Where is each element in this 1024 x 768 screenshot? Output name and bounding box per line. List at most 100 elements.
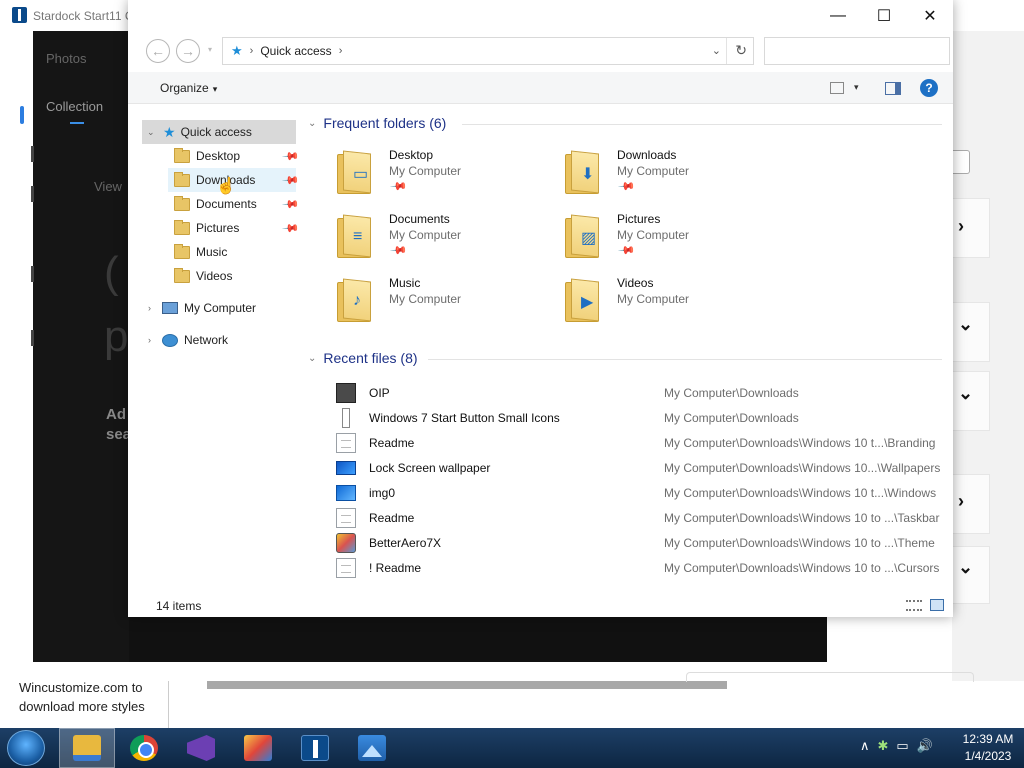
breadcrumb-separator[interactable]: › <box>250 45 254 57</box>
chevron-right-icon[interactable]: › <box>958 216 964 237</box>
nav-item-documents[interactable]: Documents <box>174 192 274 216</box>
nav-item-pictures[interactable]: Pictures <box>174 216 274 240</box>
taskbar-multi-window-app[interactable] <box>230 728 286 768</box>
forward-button[interactable]: → <box>176 39 200 63</box>
wincustomize-link[interactable]: Wincustomize.com to download more styles <box>19 678 145 716</box>
chevron-down-icon[interactable]: ⌄ <box>958 557 973 578</box>
recent-file-row[interactable]: Readme My Computer\Downloads\Windows 10 … <box>336 430 948 455</box>
address-bar[interactable]: ★ › Quick access › ⌄ ↻ <box>222 37 754 65</box>
nav-item-desktop[interactable]: Desktop <box>174 144 274 168</box>
taskbar-file-explorer[interactable] <box>59 728 115 768</box>
taskbar-stardock-start11[interactable] <box>287 728 343 768</box>
bg-nav-photos[interactable]: Photos <box>46 51 86 66</box>
chevron-down-icon[interactable]: ⌄ <box>958 314 973 335</box>
chevron-right-icon[interactable]: › <box>958 491 964 512</box>
file-path: My Computer\Downloads\Windows 10 to ...\… <box>664 511 940 525</box>
search-input[interactable] <box>764 37 950 65</box>
theme-file-icon <box>336 533 356 553</box>
maximize-button[interactable]: ☐ <box>861 0 907 31</box>
file-name: Readme <box>369 511 415 525</box>
show-hidden-icons-chevron-icon[interactable]: ∧ <box>860 738 870 754</box>
recent-file-row[interactable]: ! Readme My Computer\Downloads\Windows 1… <box>336 555 948 580</box>
folder-tile-downloads[interactable]: ⬇ Downloads My Computer 📌 <box>565 144 775 200</box>
folder-tile-videos[interactable]: ▶ Videos My Computer <box>565 272 775 328</box>
bg-input-box[interactable] <box>686 672 974 682</box>
folder-tile-desktop[interactable]: ▭ Desktop My Computer 📌 <box>337 144 547 200</box>
taskbar-chrome[interactable] <box>116 728 172 768</box>
details-view-icon[interactable] <box>906 600 922 611</box>
pin-icon[interactable]: 📌 <box>281 147 300 166</box>
recent-file-row[interactable]: OIP My Computer\Downloads <box>336 380 948 405</box>
collapse-chevron-icon[interactable]: ⌄ <box>308 118 316 129</box>
pin-icon[interactable]: 📌 <box>281 219 300 238</box>
close-button[interactable]: ✕ <box>907 0 953 31</box>
frequent-folders-header[interactable]: ⌄ Frequent folders (6) <box>308 115 446 131</box>
refresh-icon[interactable]: ↻ <box>735 42 747 59</box>
expanded-chevron-icon[interactable]: ⌄ <box>147 127 157 138</box>
breadcrumb-separator[interactable]: › <box>339 45 343 57</box>
address-dropdown-icon[interactable]: ⌄ <box>712 44 721 57</box>
taskbar-photos[interactable] <box>344 728 400 768</box>
taskbar-visual-studio[interactable] <box>173 728 229 768</box>
recent-files-header[interactable]: ⌄ Recent files (8) <box>308 350 418 366</box>
nav-item-label: Videos <box>196 269 233 283</box>
help-icon[interactable]: ? <box>920 79 938 97</box>
large-icons-view-icon[interactable] <box>930 599 944 611</box>
caret-down-icon: ▾ <box>212 84 218 94</box>
recent-locations-dropdown[interactable]: ▾ <box>208 45 212 54</box>
command-bar: Organize ▾ ▾ ? <box>128 72 953 104</box>
nav-my-computer[interactable]: › My Computer <box>148 296 298 320</box>
recent-file-row[interactable]: Readme My Computer\Downloads\Windows 10 … <box>336 505 948 530</box>
pictures-folder-icon: ▨ <box>565 214 601 258</box>
image-file-icon <box>336 383 356 403</box>
nav-quick-access[interactable]: ⌄ ★ Quick access <box>142 120 296 144</box>
recent-file-row[interactable]: Windows 7 Start Button Small Icons My Co… <box>336 405 948 430</box>
bg-side-mark <box>31 146 34 162</box>
nav-item-label: Music <box>196 245 228 259</box>
bg-nav-collection[interactable]: Collection <box>46 99 103 114</box>
nav-item-videos[interactable]: Videos <box>174 264 274 288</box>
nav-network[interactable]: › Network <box>148 328 298 352</box>
recent-file-row[interactable]: img0 My Computer\Downloads\Windows 10 t.… <box>336 480 948 505</box>
app-tray-icon[interactable]: ✱ <box>878 738 889 754</box>
network-status-icon[interactable]: ▭ <box>896 738 908 754</box>
file-explorer-icon <box>73 735 101 761</box>
folder-tile-music[interactable]: ♪ Music My Computer <box>337 272 547 328</box>
nav-item-music[interactable]: Music <box>174 240 274 264</box>
start-button[interactable] <box>7 730 45 766</box>
wincustomize-line2: download more styles <box>19 699 145 714</box>
back-button[interactable]: ← <box>146 39 170 63</box>
pin-icon[interactable]: 📌 <box>281 195 300 214</box>
collapsed-chevron-icon[interactable]: › <box>148 335 158 345</box>
volume-icon[interactable]: 🔊 <box>917 738 933 754</box>
chevron-down-icon[interactable]: ⌄ <box>958 383 973 404</box>
preview-pane-icon[interactable] <box>885 82 901 95</box>
bg-nav-view[interactable]: View <box>94 179 122 194</box>
bg-selection-indicator <box>20 106 24 124</box>
collapsed-chevron-icon[interactable]: › <box>148 303 158 313</box>
frequent-folders-title: Frequent folders (6) <box>323 115 447 131</box>
clock[interactable]: 12:39 AM 1/4/2023 <box>958 731 1018 765</box>
collapse-chevron-icon[interactable]: ⌄ <box>308 353 316 364</box>
recent-file-row[interactable]: BetterAero7X My Computer\Downloads\Windo… <box>336 530 948 555</box>
file-path: My Computer\Downloads\Windows 10 t...\Br… <box>664 436 936 450</box>
view-options-caret-icon[interactable]: ▾ <box>854 82 859 93</box>
change-view-icon[interactable] <box>830 82 844 94</box>
recent-file-row[interactable]: Lock Screen wallpaper My Computer\Downlo… <box>336 455 948 480</box>
nav-item-label: Pictures <box>196 221 240 235</box>
folder-emblem: ♪ <box>353 292 361 309</box>
organize-button[interactable]: Organize ▾ <box>160 81 217 95</box>
system-tray: ∧ ✱ ▭ 🔊 <box>860 738 933 754</box>
item-count: 14 items <box>156 599 202 613</box>
bg-style-thumbnails[interactable] <box>207 681 727 689</box>
folder-tile-documents[interactable]: ≡ Documents My Computer 📌 <box>337 208 547 264</box>
breadcrumb-quick-access[interactable]: Quick access <box>260 44 331 58</box>
folder-tile-pictures[interactable]: ▨ Pictures My Computer 📌 <box>565 208 775 264</box>
bg-checkbox[interactable] <box>952 150 970 174</box>
folder-emblem: ▭ <box>353 166 369 183</box>
minimize-button[interactable]: — <box>815 0 861 31</box>
music-folder-icon: ♪ <box>337 278 373 322</box>
file-path: My Computer\Downloads <box>664 386 799 400</box>
group-divider <box>428 359 942 360</box>
nav-item-label: Desktop <box>196 149 241 163</box>
